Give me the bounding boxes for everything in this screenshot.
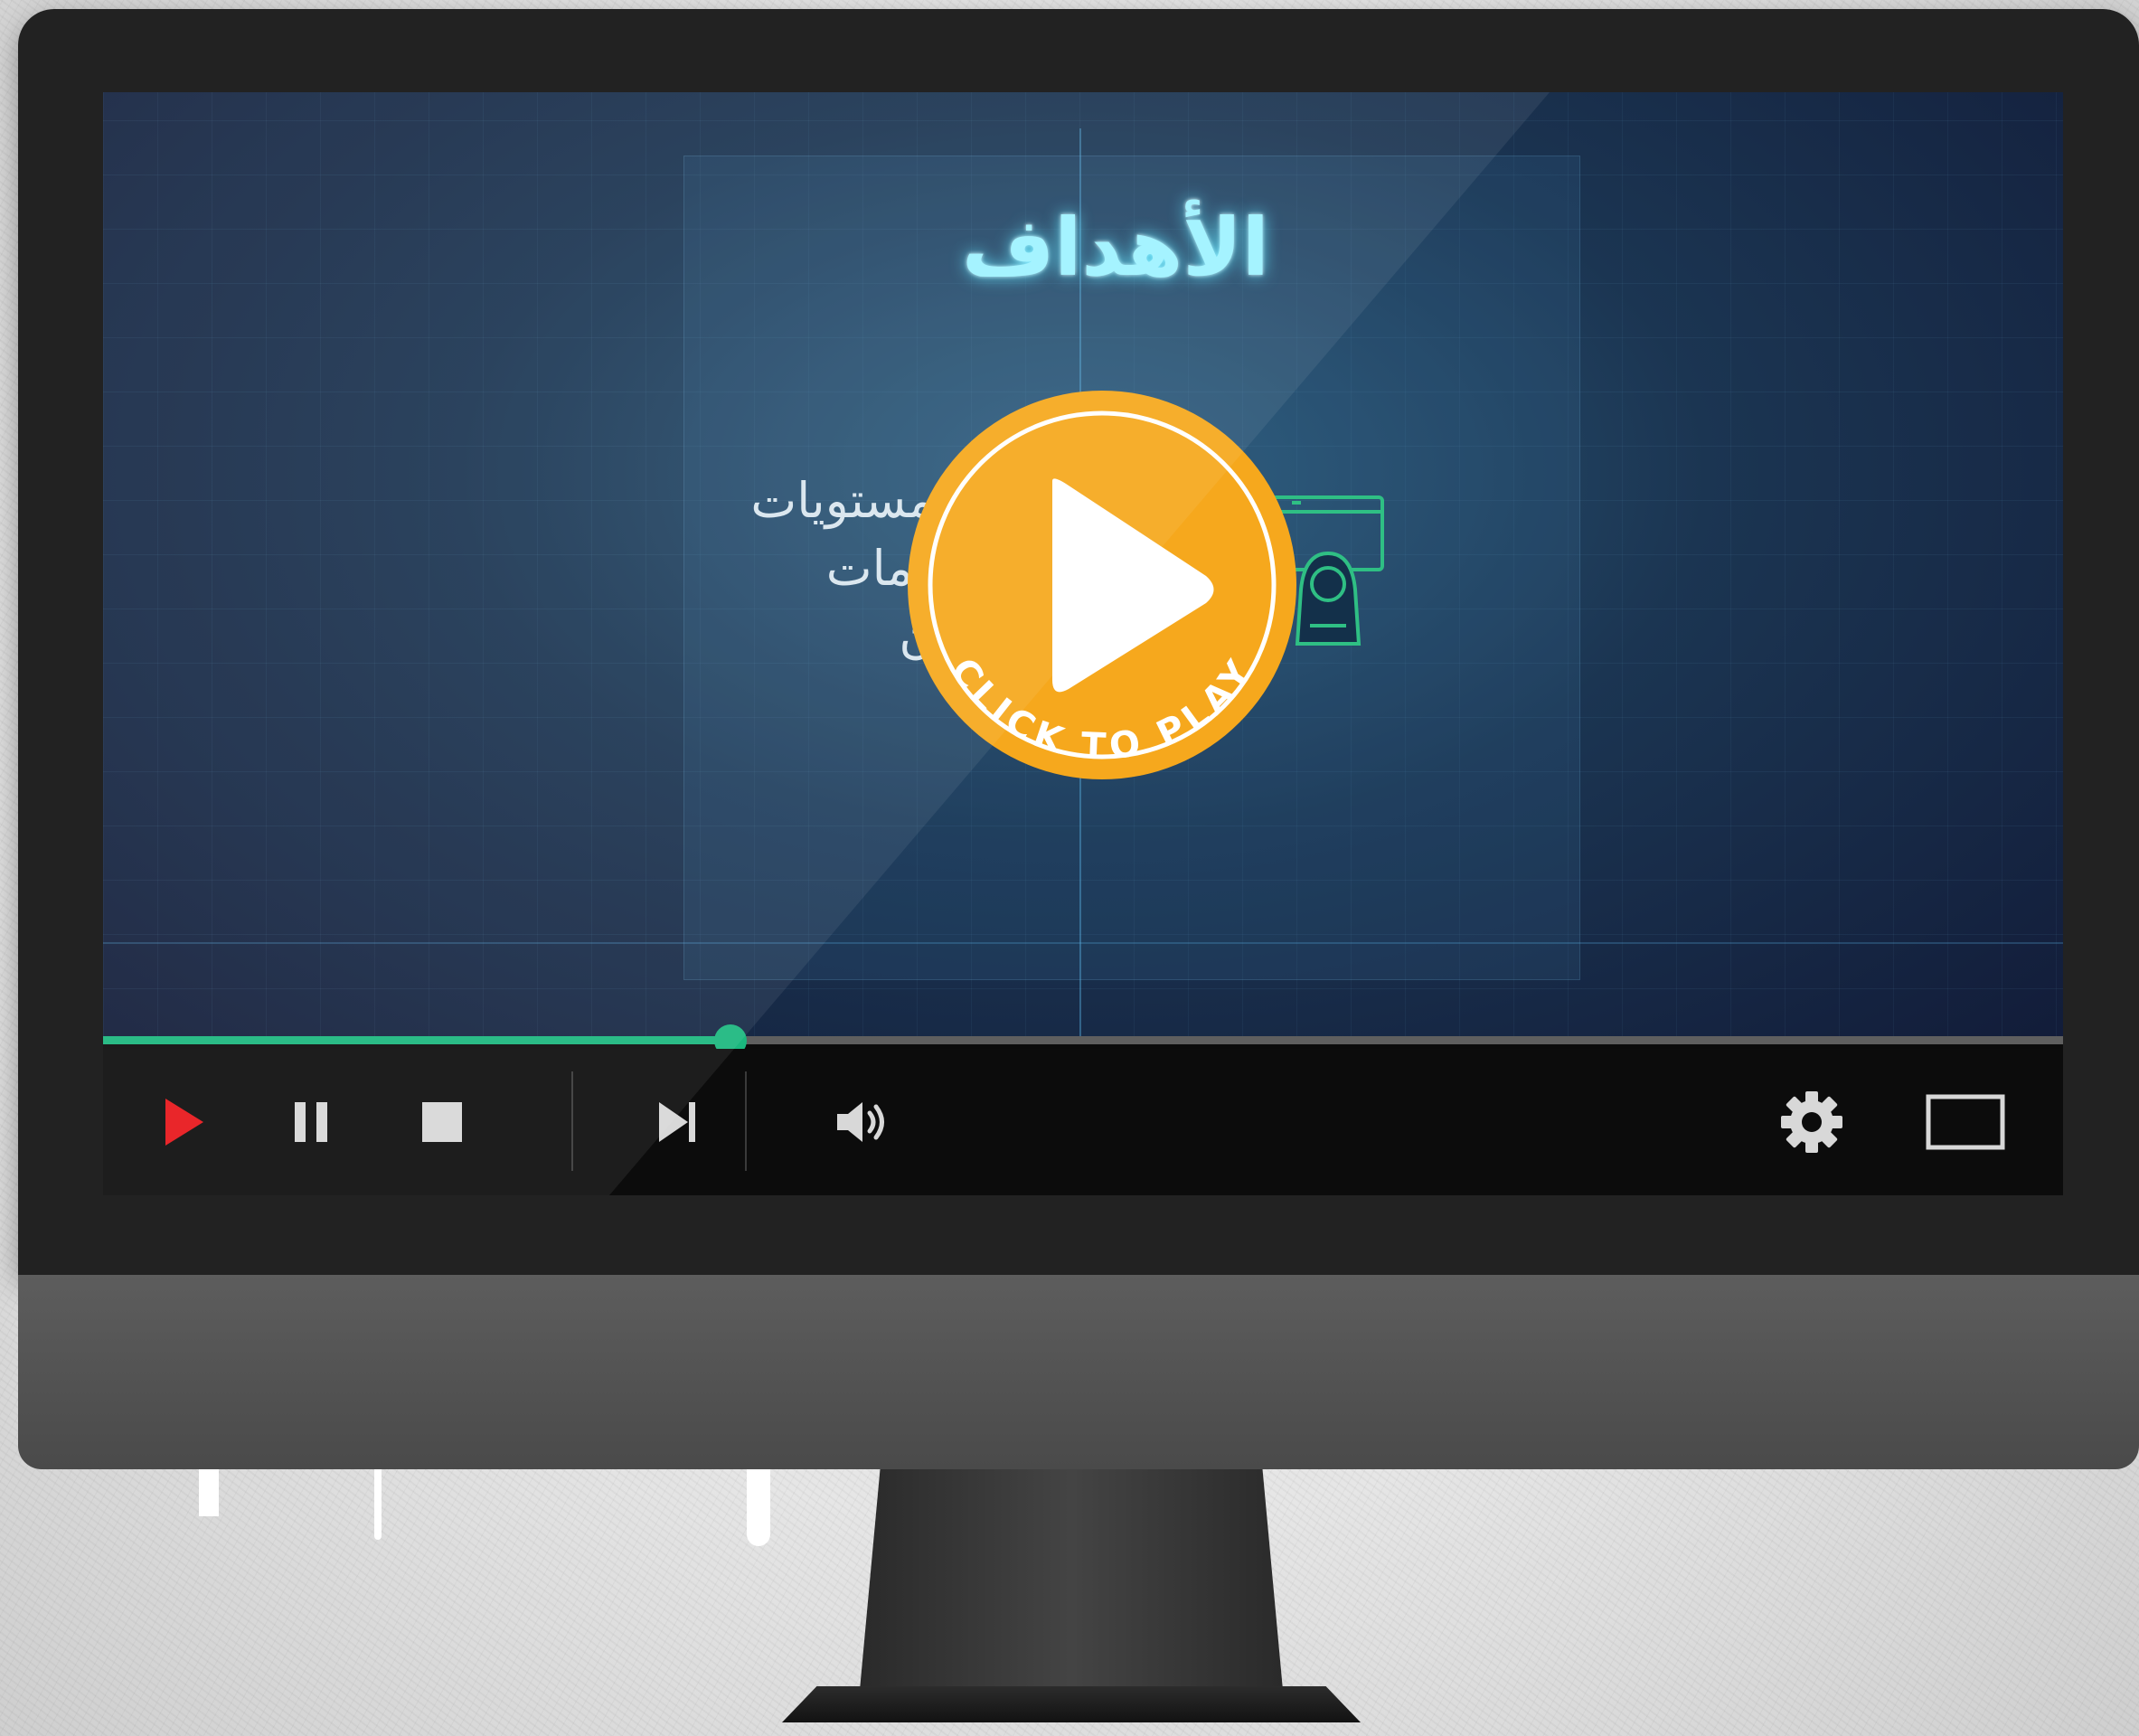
paint-drip [747,1469,770,1546]
paint-drip [374,1469,382,1540]
video-frame[interactable]: الأهداف مستويات دمات ن CLICK TO PLAY [103,92,2063,1043]
play-icon [165,1099,203,1146]
progress-bar[interactable] [103,1024,2063,1057]
pause-icon [295,1102,327,1142]
fullscreen-button[interactable] [1902,1049,2029,1195]
player-controls [103,1049,2063,1195]
fullscreen-icon [1926,1094,2005,1150]
hud-divider [103,942,2063,944]
settings-button[interactable] [1757,1049,1866,1195]
video-text-line: مستويات [750,472,935,529]
click-to-play-button[interactable]: CLICK TO PLAY [903,386,1301,784]
controls-divider [745,1071,747,1171]
play-button[interactable] [130,1049,239,1195]
monitor-stand-foot [782,1686,1361,1722]
video-title: الأهداف [962,201,1269,294]
volume-icon [837,1102,884,1142]
next-track-button[interactable] [627,1049,727,1195]
progress-fill [103,1036,730,1044]
stop-button[interactable] [392,1049,492,1195]
next-track-icon [659,1102,695,1142]
paint-drip [199,1469,219,1516]
stop-icon [422,1102,462,1142]
monitor-stand-neck [859,1469,1284,1700]
pause-button[interactable] [266,1049,356,1195]
controls-divider [571,1071,573,1171]
video-player: الأهداف مستويات دمات ن CLICK TO PLAY [103,92,2063,1195]
monitor-chin [18,1275,2139,1469]
volume-button[interactable] [808,1049,917,1195]
settings-icon [1781,1091,1842,1153]
